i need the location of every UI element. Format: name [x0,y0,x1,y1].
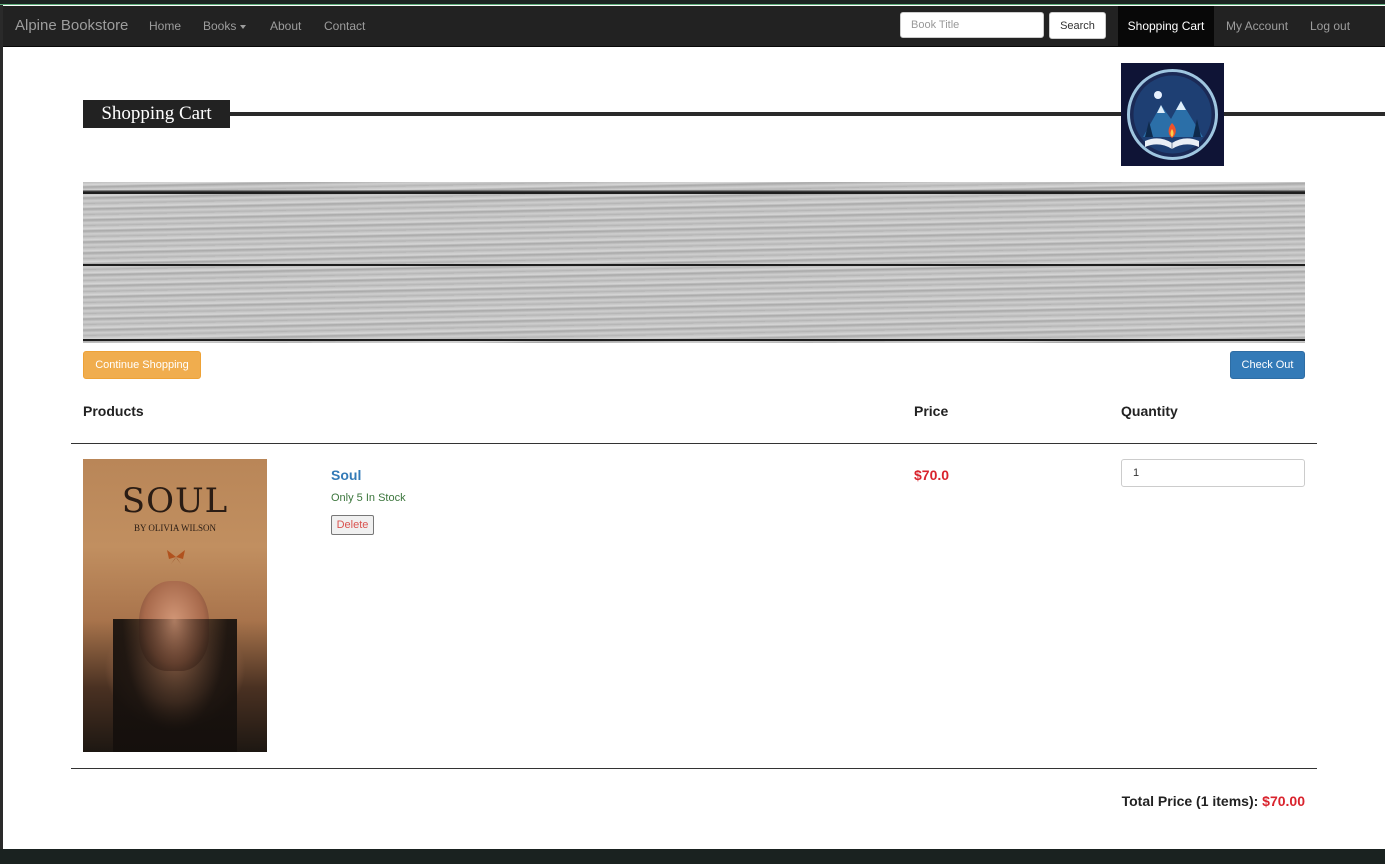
total-price-amount: $70.00 [1262,793,1305,809]
cover-author: BY OLIVIA WILSON [134,523,216,533]
nav-log-out[interactable]: Log out [1310,19,1350,33]
nav-my-account[interactable]: My Account [1226,19,1288,33]
page-footer [0,849,1385,864]
chevron-down-icon [240,24,247,29]
total-price: Total Price (1 items): $70.00 [1122,793,1305,809]
header-products: Products [83,403,144,419]
header-price: Price [914,403,949,419]
quantity-input[interactable] [1121,459,1305,487]
nav-books-label: Books [203,19,237,33]
header-quantity: Quantity [1121,403,1178,419]
top-navbar: Alpine Bookstore Home Books About Contac… [3,6,1385,47]
checkout-button[interactable]: Check Out [1230,351,1305,379]
window-left-edge [0,5,3,849]
nav-shopping-cart[interactable]: Shopping Cart [1118,6,1214,46]
nav-about[interactable]: About [270,19,301,33]
nav-shopping-cart-label: Shopping Cart [1127,19,1205,33]
nav-books-dropdown[interactable]: Books [203,19,247,33]
window-top-strip [0,0,1385,5]
stock-note: Only 5 In Stock [331,492,406,504]
butterfly-icon [167,550,185,564]
book-cover-image[interactable]: SOUL BY OLIVIA WILSON [83,459,267,752]
cover-title: SOUL [121,481,229,521]
delete-item-button[interactable]: Delete [331,515,374,535]
mountain-book-campfire-logo [1121,63,1224,166]
nav-contact[interactable]: Contact [324,19,365,33]
book-search-input[interactable] [900,12,1044,38]
nav-home[interactable]: Home [149,19,181,33]
total-price-label: Total Price (1 items): [1121,793,1259,809]
item-price: $70.0 [914,467,950,483]
search-button[interactable]: Search [1049,12,1106,39]
wood-banner-image [83,182,1305,343]
table-divider [71,443,1317,444]
brand-link[interactable]: Alpine Bookstore [15,17,128,34]
page-title: Shopping Cart [83,100,230,128]
cover-hair-art [113,619,237,752]
continue-shopping-button[interactable]: Continue Shopping [83,351,201,379]
product-name-link[interactable]: Soul [331,467,361,483]
table-bottom-divider [71,768,1317,769]
